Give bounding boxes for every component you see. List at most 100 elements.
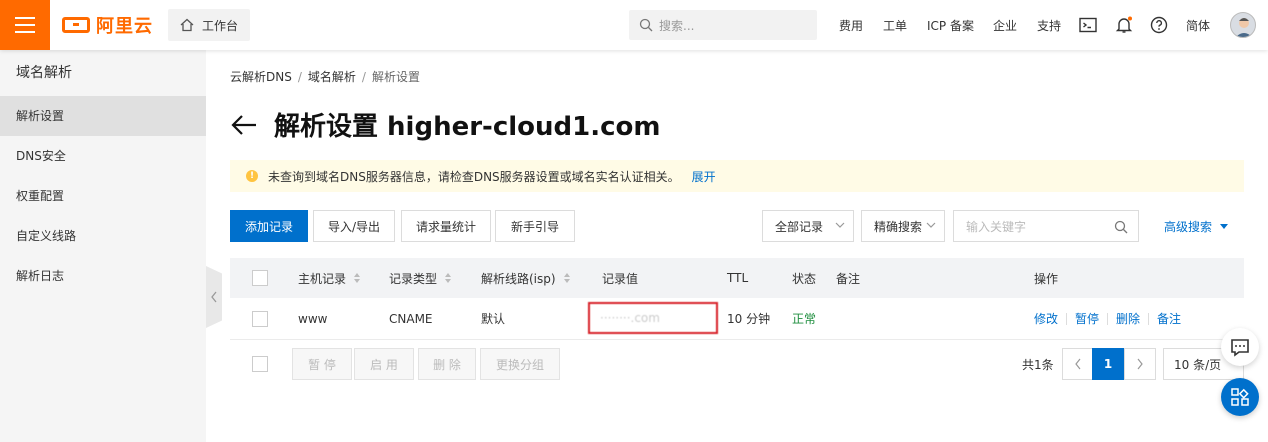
menu-icon[interactable] [0, 0, 50, 50]
nav-billing[interactable]: 费用 [839, 0, 863, 50]
nav-label: 支持 [1037, 18, 1062, 33]
add-record-button[interactable]: 添加记录 [230, 210, 308, 242]
apps-grid-icon [1231, 388, 1249, 406]
chevron-left-icon [1075, 358, 1081, 370]
guide-button[interactable]: 新手引导 [495, 210, 575, 242]
sidebar-item-logs[interactable]: 解析日志 [0, 256, 206, 296]
col-status: 状态 [792, 271, 817, 286]
nav-tickets[interactable]: 工单 [883, 0, 907, 50]
col-type[interactable]: 记录类型 [389, 258, 452, 298]
notice-expand-link[interactable]: 展开 [692, 168, 716, 185]
warning-icon: ! [246, 170, 258, 182]
advanced-search-label: 高级搜索 [1164, 220, 1213, 234]
page-title: 解析设置 higher-cloud1.com [274, 112, 661, 142]
batch-enable-button[interactable]: 启 用 [354, 348, 414, 380]
row-checkbox[interactable] [252, 298, 268, 339]
col-label: 记录类型 [389, 271, 438, 286]
chevron-down-icon [926, 222, 936, 228]
chat-button[interactable] [1221, 328, 1259, 366]
row-value: ········.com [600, 311, 660, 325]
notice-text: 未查询到域名DNS服务器信息，请检查DNS服务器设置或域名实名认证相关。 [268, 169, 680, 184]
sidebar-title: 域名解析 [16, 65, 72, 81]
col-actions: 操作 [1034, 271, 1059, 286]
nav-label: 企业 [993, 18, 1018, 33]
caret-down-icon [1220, 224, 1229, 229]
nav-label: 费用 [839, 18, 864, 33]
delete-link[interactable]: 删除 [1116, 310, 1140, 327]
edit-link[interactable]: 修改 [1034, 310, 1058, 327]
batch-pause-button[interactable]: 暂 停 [292, 348, 352, 380]
pager-prev-button[interactable] [1062, 348, 1094, 380]
keyword-search-input[interactable]: 输入关键字 [953, 210, 1139, 242]
record-filter-select[interactable]: 全部记录 [762, 210, 854, 242]
pager-total: 共1条 [1022, 358, 1054, 372]
change-group-button[interactable]: 更换分组 [480, 348, 560, 380]
search-mode-select[interactable]: 精确搜索 [861, 210, 945, 242]
workbench-button[interactable]: 工作台 [168, 9, 250, 41]
remark-link[interactable]: 备注 [1157, 310, 1181, 327]
col-label: 解析线路(isp) [481, 271, 556, 286]
search-icon[interactable] [1114, 220, 1128, 234]
back-arrow-icon[interactable] [230, 111, 258, 139]
request-stats-button[interactable]: 请求量统计 [401, 210, 491, 242]
search-icon [639, 18, 653, 32]
apps-button[interactable] [1221, 378, 1259, 416]
bell-icon[interactable] [1114, 15, 1134, 35]
nav-label: 工单 [883, 18, 908, 33]
nav-enterprise[interactable]: 企业 [993, 0, 1017, 50]
table-header: 主机记录 记录类型 解析线路(isp) 记录值 TTL 状态 备注 操作 [230, 258, 1244, 298]
workbench-label: 工作台 [202, 18, 239, 33]
advanced-search-link[interactable]: 高级搜索 [1164, 218, 1229, 235]
row-type: CNAME [389, 311, 433, 326]
help-icon[interactable] [1149, 15, 1169, 35]
chevron-down-icon [835, 222, 845, 228]
nav-icp[interactable]: ICP 备案 [927, 0, 974, 50]
global-search-input[interactable]: 搜索... [629, 10, 817, 40]
aliyun-logo[interactable]: 阿里云 [62, 14, 153, 37]
pager-page-button[interactable]: 1 [1092, 348, 1124, 380]
col-ttl: TTL [727, 271, 749, 285]
sidebar-item-weight[interactable]: 权重配置 [0, 176, 206, 216]
col-remark: 备注 [836, 271, 861, 286]
col-line[interactable]: 解析线路(isp) [481, 258, 570, 298]
col-value: 记录值 [602, 271, 639, 286]
chat-icon [1231, 339, 1249, 357]
row-host: www [298, 311, 328, 326]
search-mode-value: 精确搜索 [874, 219, 923, 234]
sidebar-item-dns-security[interactable]: DNS安全 [0, 136, 206, 176]
row-status: 正常 [792, 312, 817, 326]
aliyun-logo-icon [62, 17, 90, 33]
row-ttl: 10 分钟 [727, 312, 771, 326]
avatar[interactable] [1230, 12, 1256, 38]
select-all-checkbox[interactable] [252, 258, 268, 298]
user-avatar-icon [1235, 18, 1253, 37]
table-row: www CNAME 默认 ········.com 10 分钟 正常 修改 暂停… [230, 298, 1244, 340]
nav-support[interactable]: 支持 [1037, 0, 1061, 50]
records-table: 主机记录 记录类型 解析线路(isp) 记录值 TTL 状态 备注 操作 www… [230, 258, 1244, 340]
pause-link[interactable]: 暂停 [1075, 310, 1099, 327]
batch-delete-button[interactable]: 删 除 [418, 348, 476, 380]
page-header: 解析设置 higher-cloud1.com [230, 106, 660, 143]
top-bar: 阿里云 工作台 搜索... 费用 工单 ICP 备案 企业 支持 简体 [0, 0, 1268, 50]
pager-next-button[interactable] [1124, 348, 1156, 380]
row-value-highlight: ········.com [588, 302, 718, 334]
col-host[interactable]: 主机记录 [298, 258, 361, 298]
sidebar-item-dns-settings[interactable]: 解析设置 [0, 96, 206, 136]
sidebar-item-custom-line[interactable]: 自定义线路 [0, 216, 206, 256]
row-actions: 修改 暂停 删除 备注 [1034, 298, 1181, 339]
import-export-button[interactable]: 导入/导出 [313, 210, 395, 242]
home-icon [180, 18, 194, 32]
chevron-right-icon [1137, 358, 1143, 370]
breadcrumb-domain[interactable]: 域名解析 [308, 70, 356, 84]
terminal-icon[interactable] [1078, 15, 1098, 35]
sidebar: 域名解析 解析设置 DNS安全 权重配置 自定义线路 解析日志 [0, 50, 206, 442]
batch-select-checkbox[interactable] [252, 348, 268, 380]
sort-icon [354, 273, 361, 283]
col-label: 主机记录 [298, 271, 347, 286]
nav-label: ICP 备案 [927, 18, 974, 33]
logo-text: 阿里云 [96, 16, 153, 37]
breadcrumb: 云解析DNS / 域名解析 / 解析设置 [230, 70, 420, 84]
language-switch[interactable]: 简体 [1186, 0, 1210, 50]
breadcrumb-dns[interactable]: 云解析DNS [230, 70, 292, 84]
sort-icon [563, 273, 570, 283]
